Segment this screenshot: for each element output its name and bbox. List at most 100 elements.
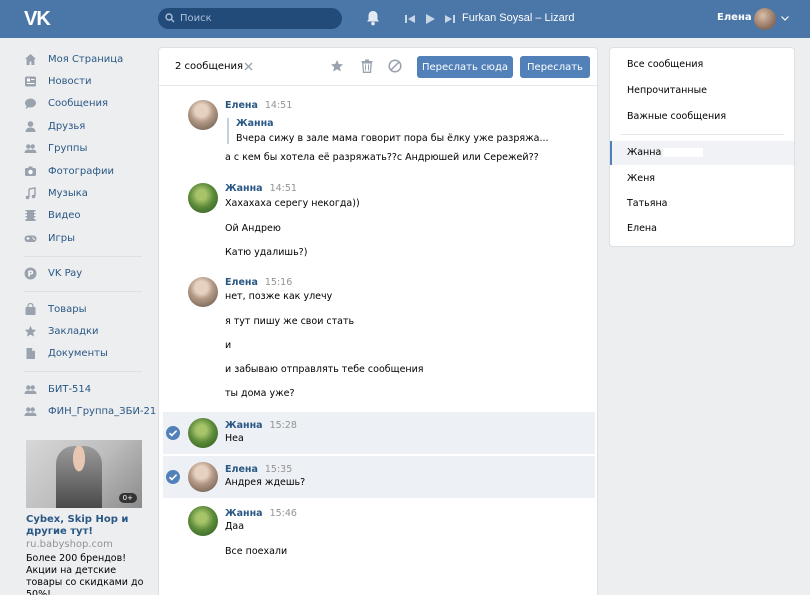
vk-logo[interactable]: VK	[24, 8, 54, 30]
sidebar-item-label: Товары	[48, 303, 87, 315]
avatar[interactable]	[188, 277, 218, 307]
sidebar-item-groups[interactable]: Группы	[24, 138, 144, 160]
sidebar-item-bookmarks[interactable]: Закладки	[24, 320, 144, 342]
message-group[interactable]: Елена 15:16 нет, позже как улечу я тут пи…	[163, 272, 595, 399]
next-track-icon[interactable]	[444, 13, 456, 25]
message-group-selected[interactable]: Жанна 15:28 Неа	[163, 412, 595, 454]
play-icon[interactable]	[424, 13, 436, 25]
message-text: и забываю отправлять тебе сообщения	[225, 364, 424, 375]
groups-icon	[24, 385, 37, 394]
chat-item-zhenya[interactable]: Женя	[627, 173, 655, 184]
bell-icon[interactable]	[366, 10, 380, 26]
sidebar-item-group-bit[interactable]: БИТ-514	[24, 378, 144, 400]
search-input[interactable]	[180, 11, 330, 26]
message-text: Ой Андрею	[225, 223, 281, 234]
check-icon[interactable]	[166, 470, 180, 484]
sidebar-item-documents[interactable]: Документы	[24, 343, 144, 365]
avatar[interactable]	[188, 183, 218, 213]
sidebar-item-label: Сообщения	[48, 98, 109, 110]
age-rating-badge: 0+	[118, 493, 137, 503]
sidebar-item-label: Группы	[48, 143, 88, 155]
chevron-down-icon[interactable]	[781, 16, 789, 21]
sidebar-item-games[interactable]: Игры	[24, 227, 144, 249]
star-icon	[24, 325, 37, 337]
track-title[interactable]: Furkan Soysal – Lizard	[462, 12, 575, 24]
hidden-surname	[663, 148, 704, 157]
previous-track-icon[interactable]	[404, 13, 416, 25]
sidebar-item-friends[interactable]: Друзья	[24, 115, 144, 137]
sidebar-item-messages[interactable]: Сообщения	[24, 93, 144, 115]
message-time[interactable]: 15:35	[265, 464, 292, 475]
filter-important[interactable]: Важные сообщения	[627, 111, 726, 122]
forward-button[interactable]: Переслать	[520, 56, 590, 78]
message-author[interactable]: Жанна	[225, 420, 263, 431]
groups-icon	[24, 407, 37, 417]
chat-item-elena[interactable]: Елена	[627, 223, 657, 234]
document-icon	[26, 348, 35, 360]
message-time[interactable]: 14:51	[270, 183, 297, 194]
sidebar-item-news[interactable]: Новости	[24, 70, 144, 92]
advertisement[interactable]: 0+ Cybex, Skip Hop и другие тут! ru.baby…	[26, 440, 144, 595]
music-icon	[25, 187, 36, 200]
sidebar-item-group-fin[interactable]: ФИН_Группа_ЗБИ-21	[24, 400, 156, 422]
news-icon	[25, 76, 36, 87]
messages-icon	[25, 98, 36, 110]
close-icon[interactable]	[244, 62, 253, 71]
block-icon[interactable]	[388, 59, 402, 73]
message-author[interactable]: Елена	[225, 277, 258, 288]
sidebar-item-photos[interactable]: Фотографии	[24, 160, 144, 182]
message-time[interactable]: 14:51	[265, 100, 292, 111]
message-text: ты дома уже?	[225, 388, 295, 399]
message-author[interactable]: Елена	[225, 100, 258, 111]
message-header: Елена 15:35	[225, 464, 292, 475]
message-header: Жанна 15:46	[225, 508, 297, 519]
sidebar-item-my-page[interactable]: Моя Страница	[24, 48, 144, 70]
user-name[interactable]: Елена	[717, 12, 752, 23]
sidebar-item-video[interactable]: Видео	[24, 205, 144, 227]
avatar[interactable]	[188, 462, 218, 492]
message-header: Жанна 14:51	[225, 183, 297, 194]
forward-here-button[interactable]: Переслать сюда	[417, 56, 513, 78]
message-author[interactable]: Жанна	[225, 183, 263, 194]
chat-item-tatyana[interactable]: Татьяна	[627, 198, 668, 209]
ad-photo	[56, 446, 102, 508]
conversation-panel: 2 сообщения Переслать сюда Переслать Еле…	[158, 47, 598, 595]
sidebar-item-label: Закладки	[48, 325, 99, 337]
svg-text:P: P	[28, 270, 34, 279]
trash-icon[interactable]	[361, 59, 373, 73]
ad-domain[interactable]: ru.babyshop.com	[26, 539, 144, 550]
sidebar-item-goods[interactable]: Товары	[24, 298, 144, 320]
message-time[interactable]: 15:46	[270, 508, 297, 519]
ad-title[interactable]: Cybex, Skip Hop и другие тут!	[26, 514, 144, 538]
message-group[interactable]: Жанна 15:46 Даа Все поехали	[163, 502, 595, 568]
message-author[interactable]: Елена	[225, 464, 258, 475]
message-author[interactable]: Жанна	[225, 508, 263, 519]
message-group-selected[interactable]: Елена 15:35 Андрея ждешь?	[163, 456, 595, 498]
chat-item-zhanna[interactable]: Жанна	[627, 147, 704, 158]
search-box[interactable]	[158, 8, 342, 29]
quoted-message[interactable]: Жанна Вчера сижу в зале мама говорит пор…	[227, 118, 549, 144]
sidebar-item-music[interactable]: Музыка	[24, 182, 144, 204]
filter-unread[interactable]: Непрочитанные	[627, 85, 707, 96]
message-text: а с кем бы хотела её разряжать??с Андрюш…	[225, 152, 539, 163]
sidebar-item-label: Игры	[48, 232, 75, 244]
avatar[interactable]	[188, 418, 218, 448]
ad-image[interactable]: 0+	[26, 440, 142, 508]
sidebar-item-vk-pay[interactable]: P VK Pay	[24, 263, 144, 285]
star-icon[interactable]	[330, 59, 344, 73]
filter-all[interactable]: Все сообщения	[627, 59, 703, 70]
ad-text: Более 200 брендов! Акции на детские това…	[26, 553, 144, 595]
message-time[interactable]: 15:16	[265, 277, 292, 288]
avatar[interactable]	[188, 506, 218, 536]
avatar[interactable]	[188, 100, 218, 130]
divider	[620, 134, 784, 135]
message-time[interactable]: 15:28	[270, 420, 297, 431]
avatar[interactable]	[754, 8, 776, 30]
message-group[interactable]: Елена 14:51 Жанна Вчера сижу в зале мама …	[163, 92, 595, 174]
selection-toolbar: 2 сообщения Переслать сюда Переслать	[159, 48, 597, 86]
sidebar-item-label: VK Pay	[48, 268, 83, 280]
quote-author[interactable]: Жанна	[236, 118, 549, 129]
chat-name: Жанна	[627, 147, 662, 158]
message-group[interactable]: Жанна 14:51 Хахахаха серегу некогда)) Ой …	[163, 178, 595, 268]
check-icon[interactable]	[166, 426, 180, 440]
